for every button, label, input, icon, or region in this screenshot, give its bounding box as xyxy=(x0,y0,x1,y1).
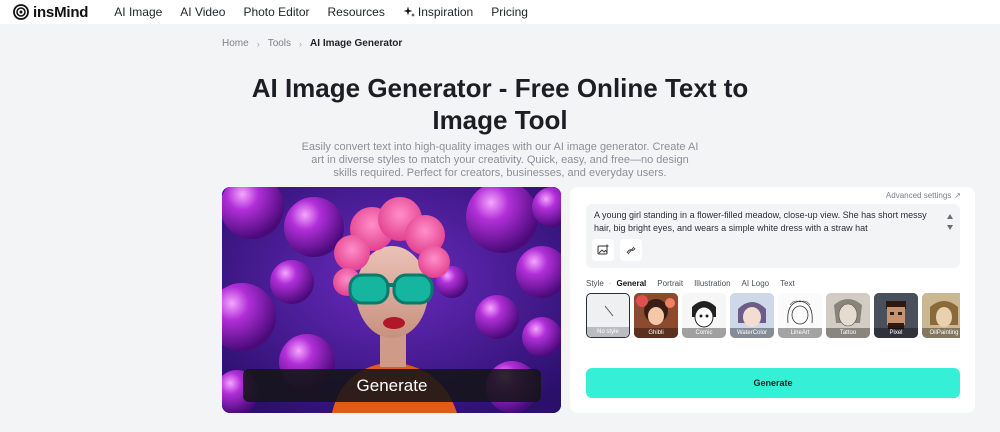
style-ghibli[interactable]: Ghibli xyxy=(634,293,678,338)
hero-generate-button[interactable]: Generate xyxy=(243,369,541,402)
breadcrumb-current: AI Image Generator xyxy=(310,38,403,49)
style-caption: LineArt xyxy=(778,328,822,338)
style-caption: OilPainting xyxy=(922,328,960,338)
style-label: Style xyxy=(586,279,604,288)
tab-ai-logo[interactable]: AI Logo xyxy=(742,279,770,288)
style-pixel[interactable]: Pixel xyxy=(874,293,918,338)
chevron-right-icon: › xyxy=(256,38,260,49)
brand-logo[interactable]: insMind xyxy=(13,4,88,21)
hero-image: Generate xyxy=(222,187,561,413)
logo-icon xyxy=(13,4,29,20)
top-nav: insMind AI Image AI Video Photo Editor R… xyxy=(0,0,1000,24)
breadcrumb-home[interactable]: Home xyxy=(222,38,249,49)
nav-photo-editor[interactable]: Photo Editor xyxy=(243,5,309,19)
nav-resources[interactable]: Resources xyxy=(328,5,385,19)
style-caption: Comic xyxy=(682,328,726,338)
style-caption: WaterColor xyxy=(730,328,774,338)
chevron-right-icon: › xyxy=(299,38,303,49)
breadcrumb: Home › Tools › AI Image Generator xyxy=(222,38,402,49)
tab-text[interactable]: Text xyxy=(780,279,795,288)
separator-dot: · xyxy=(608,279,612,288)
tab-portrait[interactable]: Portrait xyxy=(657,279,683,288)
advanced-settings-link[interactable]: Advanced settings ↗ xyxy=(886,191,961,200)
style-caption: Pixel xyxy=(874,328,918,338)
style-lineart[interactable]: LineArt xyxy=(778,293,822,338)
page-subtitle: Easily convert text into high-quality im… xyxy=(301,141,699,179)
style-caption: Tattoo xyxy=(826,328,870,338)
style-tattoo[interactable]: Tattoo xyxy=(826,293,870,338)
style-thumbnails: No style Ghibli Comic WaterColor LineArt… xyxy=(586,293,960,339)
prompt-text[interactable]: A young girl standing in a flower-filled… xyxy=(594,209,934,235)
brand-name: insMind xyxy=(33,3,89,21)
scroll-arrows-icon[interactable] xyxy=(946,212,954,232)
advanced-settings-label: Advanced settings xyxy=(885,191,952,200)
external-arrow-icon: ↗ xyxy=(954,191,961,200)
sparkle-icon xyxy=(403,6,415,17)
tab-illustration[interactable]: Illustration xyxy=(694,279,730,288)
tab-general[interactable]: General xyxy=(616,279,646,288)
style-comic[interactable]: Comic xyxy=(682,293,726,338)
nav-ai-image[interactable]: AI Image xyxy=(114,5,162,19)
style-tabs: Style · General Portrait Illustration AI… xyxy=(586,279,806,288)
generator-panel: Advanced settings ↗ A young girl standin… xyxy=(570,187,975,413)
breadcrumb-tools[interactable]: Tools xyxy=(268,38,291,49)
style-no-style[interactable]: No style xyxy=(586,293,630,338)
sketch-button[interactable] xyxy=(620,239,642,261)
style-caption: Ghibli xyxy=(634,328,678,338)
style-caption: No style xyxy=(587,327,629,337)
image-upload-button[interactable] xyxy=(592,239,614,261)
nav-inspiration[interactable]: Inspiration xyxy=(403,5,473,19)
generate-button[interactable]: Generate xyxy=(586,368,960,398)
style-oilpainting[interactable]: OilPainting xyxy=(922,293,960,338)
nav-pricing[interactable]: Pricing xyxy=(491,5,528,19)
prompt-input[interactable]: A young girl standing in a flower-filled… xyxy=(586,204,960,268)
style-watercolor[interactable]: WaterColor xyxy=(730,293,774,338)
image-add-icon xyxy=(597,244,609,255)
nav-inspiration-label: Inspiration xyxy=(417,5,474,19)
nav-ai-video[interactable]: AI Video xyxy=(180,5,225,19)
brush-icon xyxy=(626,246,636,255)
page-title: AI Image Generator - Free Online Text to… xyxy=(251,73,749,135)
